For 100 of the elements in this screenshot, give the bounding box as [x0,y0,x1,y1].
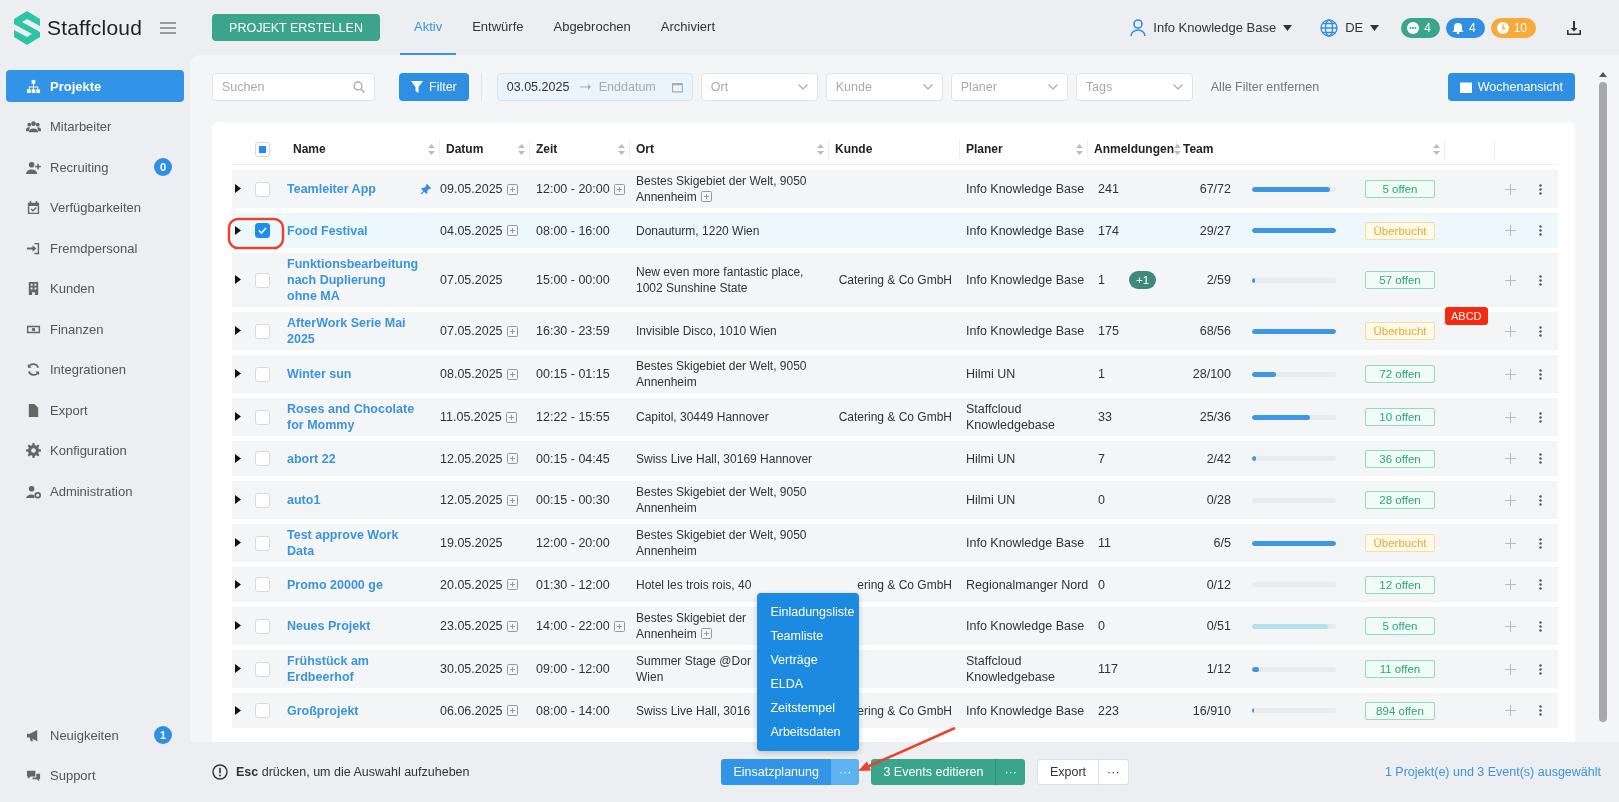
kebab-menu-icon[interactable] [1538,663,1542,675]
more-button[interactable]: ··· [995,759,1025,785]
menu-item[interactable]: Zeitstempel [757,696,860,720]
clock-counter[interactable]: 10 [1490,17,1536,38]
action-button[interactable]: 3 Events editieren [871,759,996,785]
kebab-menu-icon[interactable] [1538,274,1542,286]
start-date-field[interactable]: 03.05.2025 [506,80,572,94]
week-view-button[interactable]: Wochenansicht [1447,73,1575,101]
add-icon[interactable] [1504,494,1516,506]
sidebar-item[interactable]: Finanzen [6,313,184,345]
sidebar-item[interactable]: Administration [6,475,184,507]
add-icon[interactable] [1504,274,1516,286]
select-field[interactable]: Tags [1075,73,1193,101]
project-link[interactable]: Food Festival [287,222,368,239]
menu-item[interactable]: Arbeitsdaten [757,720,860,744]
expand-caret-icon[interactable] [235,538,241,547]
clear-filters-link[interactable]: Alle Filter entfernen [1210,80,1320,94]
chat-counter[interactable]: 4 [1401,17,1440,38]
sidebar-item[interactable]: Fremdpersonal [6,232,184,264]
add-icon[interactable] [1504,579,1516,590]
add-icon[interactable] [1504,663,1516,675]
add-icon[interactable] [1504,411,1516,423]
project-link[interactable]: Neues Projekt [287,618,371,634]
expand-caret-icon[interactable] [235,453,241,463]
sidebar-item[interactable]: Konfiguration [6,434,184,467]
add-icon[interactable] [1504,705,1516,716]
add-icon[interactable] [1504,537,1516,549]
menu-item[interactable]: Verträge [757,648,860,672]
menu-item[interactable]: ELDA [757,672,860,696]
sidebar-item[interactable]: Export [6,394,184,426]
expand-caret-icon[interactable] [235,705,241,715]
sidebar-item[interactable]: Support [6,759,184,792]
create-project-button[interactable]: PROJEKT ERSTELLEN [212,14,380,41]
download-icon[interactable] [1566,19,1582,36]
tab[interactable]: Entwürfe [458,0,538,55]
project-link[interactable]: Winter sun [287,366,352,382]
menu-item[interactable]: Teamliste [757,624,860,648]
row-checkbox[interactable] [255,223,270,238]
user-menu[interactable]: Info Knowledge Base [1130,18,1293,37]
kebab-menu-icon[interactable] [1538,537,1542,549]
search-input[interactable]: Suchen [222,80,353,94]
kebab-menu-icon[interactable] [1538,453,1542,464]
select-all-checkbox[interactable] [255,141,270,157]
add-icon[interactable] [1504,225,1516,236]
project-link[interactable]: abort 22 [287,450,336,467]
menu-icon[interactable] [160,21,176,34]
sidebar-item[interactable]: Verfügbarkeiten [6,191,184,224]
kebab-menu-icon[interactable] [1538,183,1542,195]
expand-caret-icon[interactable] [235,412,241,421]
project-link[interactable]: auto1 [287,492,321,508]
kebab-menu-icon[interactable] [1538,494,1542,506]
project-link[interactable]: Frühstück am Erdbeerhof [287,653,369,685]
expand-caret-icon[interactable] [235,326,241,335]
more-button[interactable]: ··· [830,759,860,785]
search-box[interactable]: Suchen [212,73,375,101]
tab[interactable]: Abgebrochen [539,0,645,55]
add-icon[interactable] [1504,183,1516,195]
filter-button[interactable]: Filter [399,73,469,101]
expand-caret-icon[interactable] [235,495,241,504]
end-date-field[interactable]: Enddatum [598,80,664,94]
project-link[interactable]: Großprojekt [287,702,359,719]
sidebar-item[interactable]: Neuigkeiten 1 [6,719,184,751]
kebab-menu-icon[interactable] [1538,368,1542,380]
expand-caret-icon[interactable] [235,664,241,673]
action-button[interactable]: Einsatzplanung [721,759,831,785]
expand-caret-icon[interactable] [235,275,241,284]
project-link[interactable]: AfterWork Serie Mai 2025 [287,315,406,347]
kebab-menu-icon[interactable] [1538,579,1542,590]
project-link[interactable]: Teamleiter App [287,181,376,197]
action-button[interactable]: Export [1036,759,1099,785]
expand-caret-icon[interactable] [235,579,241,589]
project-link[interactable]: Test approve Work Data [287,527,399,559]
project-link[interactable]: Roses and Chocolate for Mommy [287,401,415,433]
kebab-menu-icon[interactable] [1538,705,1542,716]
sidebar-item[interactable]: Projekte [6,70,184,102]
select-field[interactable]: Ort [700,73,818,101]
select-field[interactable]: Planer [950,73,1068,101]
bell-counter[interactable]: 4 [1445,17,1485,38]
language-menu[interactable]: DE [1320,18,1380,37]
add-icon[interactable] [1504,620,1516,632]
menu-item[interactable]: Einladungsliste [757,600,860,624]
project-link[interactable]: Funktionsbearbeitung nach Duplierung ohne MA [287,256,419,304]
sidebar-item[interactable]: Mitarbeiter [6,110,184,143]
select-field[interactable]: Kunde [825,73,943,101]
kebab-menu-icon[interactable] [1538,325,1542,337]
tab[interactable]: Archiviert [646,0,729,55]
kebab-menu-icon[interactable] [1538,225,1542,236]
project-link[interactable]: Promo 20000 ge [287,576,383,593]
kebab-menu-icon[interactable] [1538,411,1542,423]
sidebar-item[interactable]: Integrationen [6,353,184,386]
expand-caret-icon[interactable] [235,621,241,630]
expand-caret-icon[interactable] [235,369,241,378]
expand-caret-icon[interactable] [235,225,241,235]
add-icon[interactable] [1504,453,1516,464]
expand-caret-icon[interactable] [235,184,241,193]
sidebar-item[interactable]: Kunden [6,272,184,305]
add-icon[interactable] [1504,368,1516,380]
more-button[interactable]: ··· [1098,759,1129,785]
sidebar-item[interactable]: Recruiting 0 [6,151,184,183]
kebab-menu-icon[interactable] [1538,620,1542,632]
